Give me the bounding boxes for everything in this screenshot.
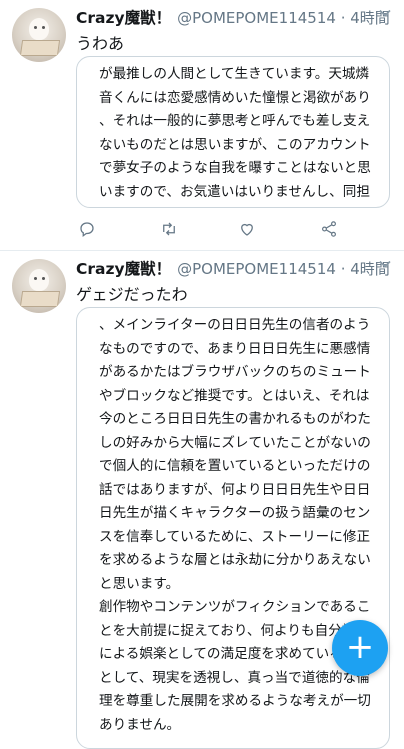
tweet-actions bbox=[76, 220, 366, 244]
quote-line: 音くんには恋愛感情めいた憧憬と渇欲があり bbox=[99, 89, 371, 106]
quote-line: いますので、お気遣いはいりませんし、同担 bbox=[99, 183, 370, 200]
quote-line: で夢女子のような自我を曝すことはないと思 bbox=[99, 160, 371, 176]
share-icon[interactable] bbox=[318, 220, 340, 242]
quote-line: 今のところ日日日先生の書かれるものがわた bbox=[99, 411, 371, 427]
avatar-eye bbox=[34, 26, 37, 29]
author-handle: @POMEPOME114514 · 4時間 bbox=[177, 9, 390, 27]
quote-line: 日先生が描くキャラクターの扱う語彙のセン bbox=[99, 505, 371, 521]
avatar-figure bbox=[29, 18, 49, 40]
quoted-tweet[interactable]: 、メインライターの日日日先生の信者のよう なものですので、あまり日日日先生に悪感情… bbox=[76, 307, 390, 749]
quote-line: 理を尊重した展開を求めるような考えが一切 bbox=[99, 693, 371, 709]
tweet-text: うわあ bbox=[76, 34, 125, 53]
quote-line: 、それは一般的に夢思考と呼んでも差し支え bbox=[99, 113, 371, 129]
quote-line: があるかたはブラウザバックのちのミュート bbox=[99, 364, 371, 380]
quote-line: しの好みから大幅にズレていたことがないの bbox=[99, 434, 371, 451]
quote-line: ありません。 bbox=[99, 716, 181, 733]
quote-line: 、メインライターの日日日先生の信者のよう bbox=[99, 317, 371, 333]
quote-line: 話ではありますが、何より日日日先生や日日 bbox=[99, 481, 371, 498]
tweet-header: Crazy魔獣！ @POMEPOME114514 · 4時間 bbox=[76, 257, 396, 281]
quote-line: 拒否などもありません。 bbox=[99, 204, 375, 207]
avatar-eye bbox=[42, 26, 45, 29]
compose-button[interactable]: + bbox=[332, 620, 388, 676]
avatar-eye bbox=[42, 277, 45, 280]
quote-line: ないものだとは思いますが、このアカウント bbox=[99, 136, 371, 153]
quote-line: 創作物やコンテンツがフィクションであるこ bbox=[99, 599, 371, 615]
quote-line: なものですので、あまり日日日先生に悪感情 bbox=[99, 340, 371, 357]
chevron-down-icon[interactable] bbox=[378, 257, 392, 275]
reply-icon[interactable] bbox=[76, 220, 98, 242]
avatar[interactable] bbox=[12, 8, 66, 62]
quoted-tweet-text: 、メインライターの日日日先生の信者のよう なものですので、あまり日日日先生に悪感情… bbox=[77, 308, 389, 745]
quote-line: として、現実を透視し、真っ当で道徳的な倫 bbox=[99, 669, 370, 686]
quote-line: が最推しの人間として生きています。天城燐 bbox=[99, 66, 370, 82]
author-name[interactable]: Crazy魔獣！ bbox=[76, 260, 171, 278]
tweet-2[interactable]: Crazy魔獣！ @POMEPOME114514 · 4時間 ゲェジだったわ 、メ… bbox=[0, 251, 404, 749]
handle-text: @POMEPOME114514 bbox=[177, 9, 336, 27]
heart-icon[interactable] bbox=[236, 220, 258, 242]
quote-line: スを信奉しているために、ストーリーに修正 bbox=[99, 528, 371, 545]
quote-line: で個人的に信頼を置いているといっただけの bbox=[99, 458, 371, 474]
quoted-tweet-text: が最推しの人間として生きています。天城燐 音くんには恋愛感情めいた憧憬と渇欲があり… bbox=[77, 57, 389, 207]
avatar-figure bbox=[29, 269, 49, 291]
avatar-eye bbox=[34, 277, 37, 280]
chevron-down-icon[interactable] bbox=[378, 6, 392, 24]
tweet-header: Crazy魔獣！ @POMEPOME114514 · 4時間 bbox=[76, 6, 396, 30]
quoted-tweet[interactable]: が最推しの人間として生きています。天城燐 音くんには恋愛感情めいた憧憬と渇欲があり… bbox=[76, 56, 390, 208]
author-name[interactable]: Crazy魔獣！ bbox=[76, 9, 171, 27]
quote-line: やブロックなど推奨です。とはいえ、それは bbox=[99, 387, 370, 404]
avatar[interactable] bbox=[12, 259, 66, 313]
retweet-icon[interactable] bbox=[158, 220, 180, 242]
quote-line: と思います。 bbox=[99, 575, 180, 592]
avatar-book bbox=[19, 40, 61, 56]
tweet-text: ゲェジだったわ bbox=[76, 285, 188, 304]
handle-text: @POMEPOME114514 bbox=[177, 260, 336, 278]
author-handle: @POMEPOME114514 · 4時間 bbox=[177, 260, 390, 278]
tweet-1[interactable]: Crazy魔獣！ @POMEPOME114514 · 4時間 うわあ が最推しの人… bbox=[0, 0, 404, 251]
avatar-book bbox=[19, 291, 61, 307]
quote-line: を求めるような層とは永劫に分かりあえない bbox=[99, 552, 371, 568]
